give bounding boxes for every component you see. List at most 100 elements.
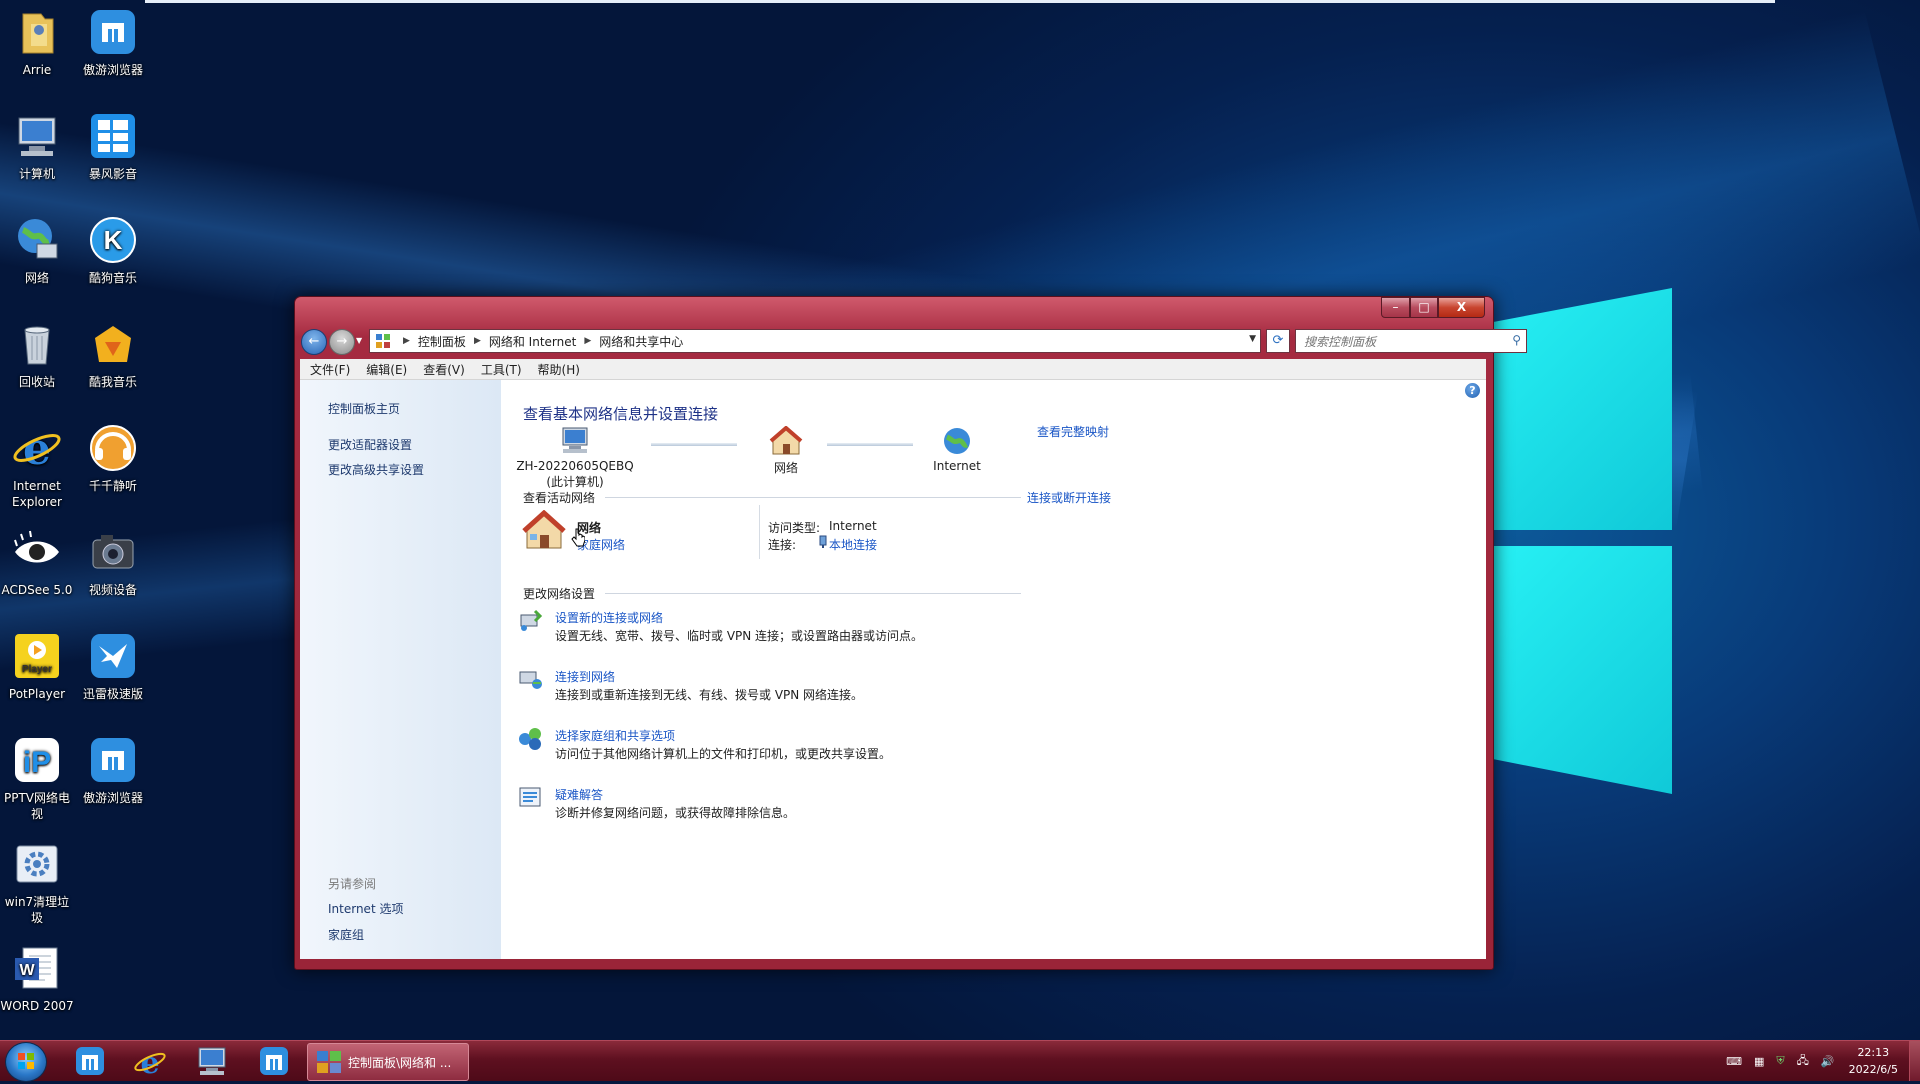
troubleshoot-desc: 诊断并修复网络问题，或获得故障排除信息。 bbox=[555, 806, 796, 820]
breadcrumb-control-panel[interactable]: 控制面板 bbox=[418, 333, 466, 350]
search-icon[interactable]: ⚲ bbox=[1512, 333, 1521, 347]
troubleshoot-link[interactable]: 疑难解答 bbox=[555, 786, 603, 803]
desktop-icon-acdsee[interactable]: ACDSee 5.0 bbox=[0, 526, 75, 598]
refresh-button[interactable]: ⟳ bbox=[1266, 329, 1290, 353]
menu-file[interactable]: 文件(F) bbox=[310, 361, 350, 378]
keyboard-icon[interactable]: ⌨ bbox=[1726, 1055, 1742, 1068]
home-network-icon[interactable] bbox=[521, 510, 567, 552]
desktop-icon-maxthon-2[interactable]: 傲游浏览器 bbox=[75, 734, 151, 806]
clock[interactable]: 22:13 2022/6/5 bbox=[1849, 1044, 1898, 1078]
clock-time: 22:13 bbox=[1857, 1046, 1890, 1059]
input-method-icon[interactable]: ▦ bbox=[1754, 1055, 1764, 1068]
desktop-icon-video-device[interactable]: 视频设备 bbox=[75, 526, 151, 598]
homegroup-sharing-desc: 访问位于其他网络计算机上的文件和打印机，或更改共享设置。 bbox=[555, 747, 892, 761]
address-bar[interactable]: ▶ 控制面板 ▶ 网络和 Internet ▶ 网络和共享中心 ▼ bbox=[369, 329, 1261, 353]
search-input[interactable] bbox=[1302, 331, 1506, 353]
local-connection-link[interactable]: 本地连接 bbox=[829, 536, 877, 553]
internet-options-link[interactable]: Internet 选项 bbox=[328, 900, 403, 917]
breadcrumb-separator-icon[interactable]: ▶ bbox=[584, 336, 591, 346]
taskbar-ie[interactable]: e bbox=[124, 1043, 176, 1081]
desktop-icon-xunlei[interactable]: 迅雷极速版 bbox=[75, 630, 151, 702]
setup-connection-link[interactable]: 设置新的连接或网络 bbox=[555, 609, 663, 626]
svg-text:Player: Player bbox=[22, 664, 52, 675]
volume-icon[interactable]: 🔊 bbox=[1821, 1055, 1835, 1068]
computer-icon bbox=[562, 427, 588, 453]
control-panel-icon bbox=[376, 334, 390, 348]
kugou-music-icon: K bbox=[87, 214, 139, 266]
xunlei-bird-icon bbox=[87, 630, 139, 682]
taskbar-active-control-panel[interactable]: 控制面板\网络和 ... bbox=[307, 1043, 469, 1081]
connect-network-icon bbox=[519, 671, 542, 689]
maximize-button[interactable]: □ bbox=[1410, 297, 1438, 318]
desktop-icon-word[interactable]: W WORD 2007 bbox=[0, 942, 75, 1014]
start-button[interactable] bbox=[5, 1042, 47, 1082]
taskbar-active-label: 控制面板\网络和 ... bbox=[348, 1055, 452, 1070]
breadcrumb-network-sharing-center[interactable]: 网络和共享中心 bbox=[599, 333, 683, 350]
desktop-icon-ie[interactable]: e Internet Explorer bbox=[0, 422, 75, 510]
change-advanced-sharing-link[interactable]: 更改高级共享设置 bbox=[328, 461, 424, 478]
desktop-icon-kugou[interactable]: K 酷狗音乐 bbox=[75, 214, 151, 286]
hand-cursor-icon bbox=[571, 528, 585, 547]
desktop-icon-computer[interactable]: 计算机 bbox=[0, 110, 75, 182]
homegroup-link[interactable]: 家庭组 bbox=[328, 926, 364, 943]
word-document-icon: W bbox=[11, 942, 63, 994]
breadcrumb-separator-icon[interactable]: ▶ bbox=[403, 336, 410, 346]
maxthon-browser-icon bbox=[87, 734, 139, 786]
breadcrumb-separator-icon[interactable]: ▶ bbox=[474, 336, 481, 346]
troubleshoot-icon bbox=[519, 787, 541, 807]
back-button[interactable]: ← bbox=[301, 329, 327, 355]
control-panel-home-link[interactable]: 控制面板主页 bbox=[328, 400, 400, 417]
desktop-icon-potplayer[interactable]: Player PotPlayer bbox=[0, 630, 75, 702]
connect-to-network-desc: 连接到或重新连接到无线、有线、拨号或 VPN 网络连接。 bbox=[555, 688, 864, 702]
change-adapter-settings-link[interactable]: 更改适配器设置 bbox=[328, 436, 412, 453]
taskbar-maxthon-2[interactable] bbox=[248, 1043, 300, 1079]
taskbar-computer[interactable] bbox=[186, 1043, 238, 1079]
desktop-icon-ttplayer[interactable]: 千千静听 bbox=[75, 422, 151, 494]
security-shield-icon[interactable]: ⛨ bbox=[1776, 1054, 1784, 1068]
computer-name: ZH-20220605QEBQ bbox=[516, 459, 634, 473]
network-globe-icon bbox=[11, 214, 63, 266]
desktop-icon-kuwo[interactable]: 酷我音乐 bbox=[75, 318, 151, 390]
help-icon[interactable]: ? bbox=[1465, 383, 1480, 398]
desktop-icon-arrie[interactable]: Arrie bbox=[0, 6, 75, 78]
network-tray-icon[interactable]: 🖧 bbox=[1797, 1052, 1809, 1071]
minimize-button[interactable]: – bbox=[1381, 297, 1410, 318]
svg-text:e: e bbox=[140, 1046, 159, 1079]
taskbar-maxthon[interactable] bbox=[64, 1043, 116, 1079]
desktop-icon-win7-cleanup[interactable]: win7清理垃圾 bbox=[0, 838, 75, 926]
menu-tools[interactable]: 工具(T) bbox=[481, 361, 522, 378]
computer-icon bbox=[198, 1047, 226, 1075]
homegroup-sharing-link[interactable]: 选择家庭组和共享选项 bbox=[555, 727, 675, 744]
desktop-icon-recycle-bin[interactable]: 回收站 bbox=[0, 318, 75, 390]
menu-edit[interactable]: 编辑(E) bbox=[366, 361, 407, 378]
section-divider bbox=[605, 593, 1021, 594]
network-map-internet: Internet bbox=[917, 426, 997, 473]
windows-logo-pane bbox=[1494, 288, 1672, 530]
folder-user-icon bbox=[11, 6, 63, 58]
close-button[interactable]: X bbox=[1438, 297, 1485, 318]
menu-help[interactable]: 帮助(H) bbox=[538, 361, 580, 378]
pptv-icon: iP bbox=[11, 734, 63, 786]
desktop-icon-maxthon[interactable]: 傲游浏览器 bbox=[75, 6, 151, 78]
new-connection-icon bbox=[520, 609, 543, 631]
network-map-network: 网络 bbox=[746, 425, 826, 476]
desktop-icon-baofeng[interactable]: 暴风影音 bbox=[75, 110, 151, 182]
menu-view[interactable]: 查看(V) bbox=[423, 361, 465, 378]
internet-explorer-icon: e bbox=[11, 422, 63, 475]
forward-button[interactable]: → bbox=[329, 329, 355, 355]
desktop-icon-pptv[interactable]: iP PPTV网络电视 bbox=[0, 734, 75, 822]
view-full-map-link[interactable]: 查看完整映射 bbox=[1037, 423, 1109, 440]
svg-text:W: W bbox=[19, 962, 35, 979]
windows-flag-icon bbox=[18, 1053, 34, 1069]
computer-icon bbox=[11, 110, 63, 162]
connect-to-network-link[interactable]: 连接到网络 bbox=[555, 668, 615, 685]
clock-date: 2022/6/5 bbox=[1848, 1063, 1898, 1076]
show-desktop-button[interactable] bbox=[1909, 1041, 1920, 1081]
window-content: 控制面板主页 更改适配器设置 更改高级共享设置 另请参阅 Internet 选项… bbox=[300, 380, 1486, 959]
cleanup-gear-icon bbox=[11, 838, 63, 890]
connect-disconnect-link[interactable]: 连接或断开连接 bbox=[1027, 489, 1111, 506]
address-dropdown-chevron-icon[interactable]: ▼ bbox=[1249, 334, 1256, 344]
breadcrumb-network-internet[interactable]: 网络和 Internet bbox=[489, 333, 576, 350]
desktop-icon-network[interactable]: 网络 bbox=[0, 214, 75, 286]
recent-pages-chevron-icon[interactable]: ▼ bbox=[356, 336, 362, 345]
